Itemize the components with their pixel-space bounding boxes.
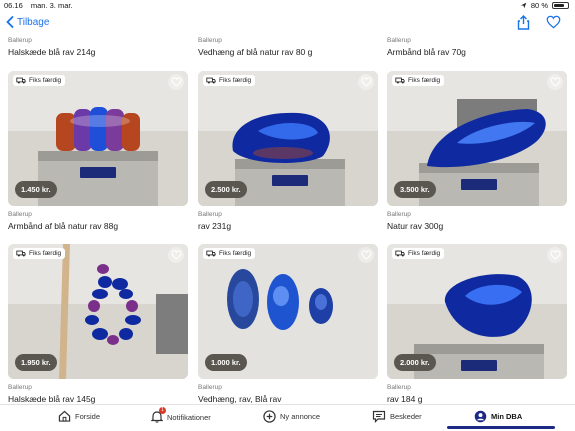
favorite-heart-icon bbox=[170, 250, 182, 260]
active-tab-indicator bbox=[447, 426, 555, 429]
truck-icon bbox=[206, 77, 216, 84]
battery-text: 80 % bbox=[530, 1, 548, 10]
listing-location: Ballerup bbox=[198, 384, 222, 391]
price-tag: 1.450 kr. bbox=[15, 181, 57, 198]
favorite-heart-icon bbox=[549, 250, 561, 260]
listing-card[interactable]: Fiks færdig 1.000 kr. bbox=[198, 244, 378, 379]
listing-card[interactable]: Fiks færdig 2.000 kr. bbox=[387, 244, 567, 379]
tab-ny-annonce[interactable]: Ny annonce bbox=[263, 410, 320, 423]
status-bar: 06.16 man. 3. mar. 80 % bbox=[0, 0, 575, 11]
listing-title[interactable]: Armbånd af blå natur rav 88g bbox=[8, 221, 118, 231]
share-icon[interactable] bbox=[517, 15, 530, 30]
badge-label: Fiks færdig bbox=[219, 250, 252, 257]
favorite-heart-icon bbox=[360, 77, 372, 87]
tab-label: Forside bbox=[75, 411, 101, 421]
listing-location: Ballerup bbox=[8, 37, 32, 44]
fiks-faerdig-badge: Fiks færdig bbox=[392, 248, 445, 259]
favorite-heart-icon bbox=[170, 77, 182, 87]
listing-location: Ballerup bbox=[8, 384, 32, 391]
listing-title[interactable]: Natur rav 300g bbox=[387, 221, 443, 231]
listing-title[interactable]: Vedhæng af blå natur rav 80 g bbox=[198, 47, 312, 57]
listing-title[interactable]: rav 184 g bbox=[387, 394, 422, 404]
truck-icon bbox=[395, 77, 405, 84]
tab-label: Beskeder bbox=[390, 412, 422, 421]
listing-card[interactable]: Fiks færdig 3.500 kr. bbox=[387, 71, 567, 206]
favorite-button[interactable] bbox=[358, 74, 374, 90]
favorite-button[interactable] bbox=[547, 247, 563, 263]
listing-card[interactable]: Fiks færdig 1.450 kr. bbox=[8, 71, 188, 206]
status-time: 06.16 bbox=[4, 1, 23, 10]
nav-bar: Tilbage bbox=[0, 11, 575, 36]
notification-badge: 1 bbox=[159, 407, 166, 414]
plus-circle-icon bbox=[263, 410, 276, 423]
price-tag: 1.000 kr. bbox=[205, 354, 247, 371]
fiks-faerdig-badge: Fiks færdig bbox=[13, 75, 66, 86]
favorite-button[interactable] bbox=[168, 74, 184, 90]
badge-label: Fiks færdig bbox=[408, 77, 441, 84]
badge-label: Fiks færdig bbox=[408, 250, 441, 257]
tab-min-dba[interactable]: Min DBA bbox=[474, 410, 522, 423]
fiks-faerdig-badge: Fiks færdig bbox=[203, 75, 256, 86]
battery-icon bbox=[552, 2, 569, 9]
home-icon bbox=[58, 410, 71, 422]
truck-icon bbox=[206, 250, 216, 257]
listing-title[interactable]: Halskæde blå rav 145g bbox=[8, 394, 95, 404]
price-tag: 2.000 kr. bbox=[394, 354, 436, 371]
listing-location: Ballerup bbox=[8, 211, 32, 218]
fiks-faerdig-badge: Fiks færdig bbox=[203, 248, 256, 259]
location-icon bbox=[520, 2, 527, 9]
tab-beskeder[interactable]: Beskeder bbox=[372, 410, 422, 423]
tab-notifikationer[interactable]: 1 Notifikationer bbox=[150, 407, 211, 425]
truck-icon bbox=[16, 250, 26, 257]
badge-label: Fiks færdig bbox=[29, 250, 62, 257]
badge-label: Fiks færdig bbox=[29, 77, 62, 84]
favorite-button[interactable] bbox=[168, 247, 184, 263]
listing-title[interactable]: rav 231g bbox=[198, 221, 231, 231]
chat-icon bbox=[372, 410, 386, 423]
tab-label: Ny annonce bbox=[280, 412, 321, 421]
back-button[interactable]: Tilbage bbox=[6, 16, 49, 28]
favorite-heart-icon[interactable] bbox=[546, 15, 561, 29]
user-icon bbox=[474, 410, 487, 423]
truck-icon bbox=[395, 250, 405, 257]
fiks-faerdig-badge: Fiks færdig bbox=[392, 75, 445, 86]
listing-location: Ballerup bbox=[387, 211, 411, 218]
price-tag: 2.500 kr. bbox=[205, 181, 247, 198]
badge-label: Fiks færdig bbox=[219, 77, 252, 84]
favorite-heart-icon bbox=[549, 77, 561, 87]
listing-card[interactable]: Fiks færdig 2.500 kr. bbox=[198, 71, 378, 206]
listing-location: Ballerup bbox=[387, 37, 411, 44]
listing-title[interactable]: Vedhæng, rav, Blå rav bbox=[198, 394, 281, 404]
listing-location: Ballerup bbox=[387, 384, 411, 391]
favorite-heart-icon bbox=[360, 250, 372, 260]
favorite-button[interactable] bbox=[547, 74, 563, 90]
listing-card[interactable]: Fiks færdig 1.950 kr. bbox=[8, 244, 188, 379]
tab-label: Min DBA bbox=[491, 412, 523, 421]
favorite-button[interactable] bbox=[358, 247, 374, 263]
status-date: man. 3. mar. bbox=[30, 1, 73, 10]
tab-forside[interactable]: Forside bbox=[58, 410, 100, 422]
price-tag: 1.950 kr. bbox=[15, 354, 57, 371]
fiks-faerdig-badge: Fiks færdig bbox=[13, 248, 66, 259]
listing-title[interactable]: Armbånd blå rav 70g bbox=[387, 47, 466, 57]
price-tag: 3.500 kr. bbox=[394, 181, 436, 198]
back-label: Tilbage bbox=[17, 16, 50, 28]
listing-location: Ballerup bbox=[198, 211, 222, 218]
tab-label: Notifikationer bbox=[167, 413, 211, 422]
listing-title[interactable]: Halskæde blå rav 214g bbox=[8, 47, 95, 57]
listing-location: Ballerup bbox=[198, 37, 222, 44]
truck-icon bbox=[16, 77, 26, 84]
chevron-left-icon bbox=[6, 16, 14, 28]
